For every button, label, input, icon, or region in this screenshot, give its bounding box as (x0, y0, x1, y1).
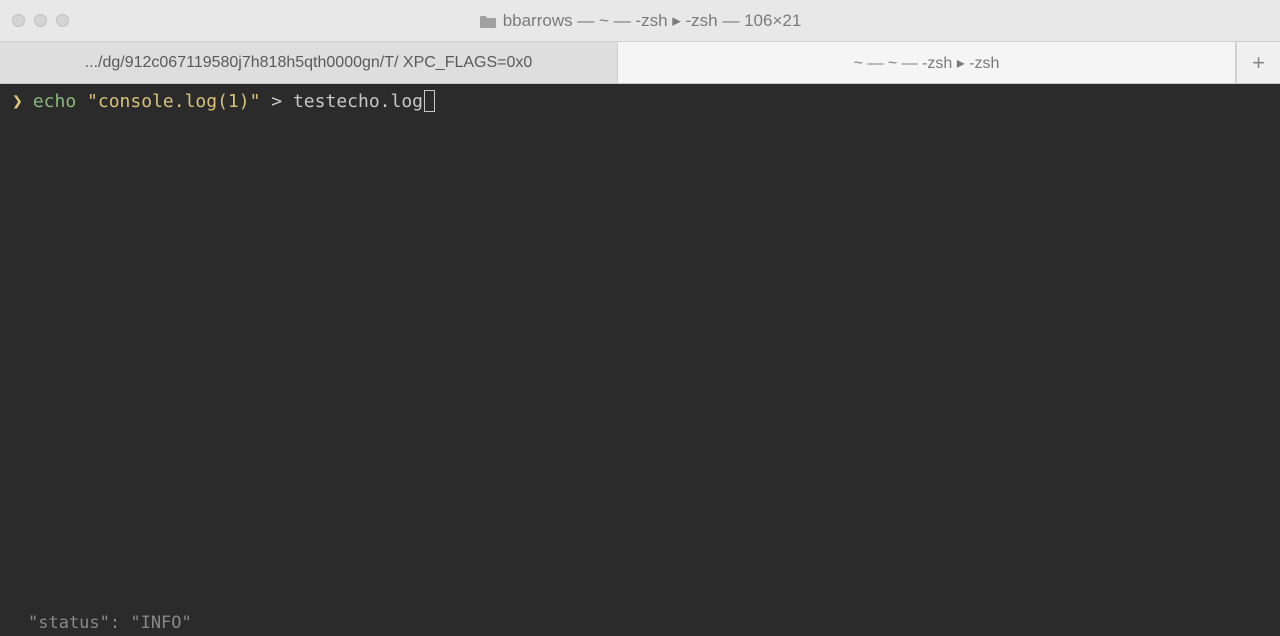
command-line: ❯ echo "console.log(1)" > testecho.log (12, 90, 1268, 113)
tab-1-label: .../dg/912c067119580j7h818h5qth0000gn/T/… (85, 54, 533, 72)
tab-1[interactable]: .../dg/912c067119580j7h818h5qth0000gn/T/… (0, 42, 618, 83)
folder-icon (479, 14, 497, 28)
tab-bar: .../dg/912c067119580j7h818h5qth0000gn/T/… (0, 42, 1280, 84)
zoom-button[interactable] (56, 14, 69, 27)
command-string-arg: "console.log(1)" (87, 91, 260, 112)
close-button[interactable] (12, 14, 25, 27)
minimize-button[interactable] (34, 14, 47, 27)
terminal-viewport[interactable]: ❯ echo "console.log(1)" > testecho.log "… (0, 84, 1280, 636)
tab-2-label: ~ — ~ — -zsh ▸ -zsh (854, 53, 1000, 73)
new-tab-button[interactable]: + (1236, 42, 1280, 83)
tab-2[interactable]: ~ — ~ — -zsh ▸ -zsh (618, 42, 1236, 83)
traffic-lights (12, 14, 69, 27)
command-name: echo (33, 91, 76, 112)
redirect-target: testecho.log (293, 91, 423, 112)
plus-icon: + (1252, 50, 1265, 76)
redirect-operator: > (271, 91, 282, 112)
window-titlebar: bbarrows — ~ — -zsh ▸ -zsh — 106×21 (0, 0, 1280, 42)
terminal-cursor (424, 90, 435, 112)
status-line: "status": "INFO" (28, 612, 192, 634)
prompt-symbol: ❯ (12, 90, 23, 113)
window-title-text: bbarrows — ~ — -zsh ▸ -zsh — 106×21 (503, 11, 802, 31)
window-title: bbarrows — ~ — -zsh ▸ -zsh — 106×21 (12, 11, 1268, 31)
